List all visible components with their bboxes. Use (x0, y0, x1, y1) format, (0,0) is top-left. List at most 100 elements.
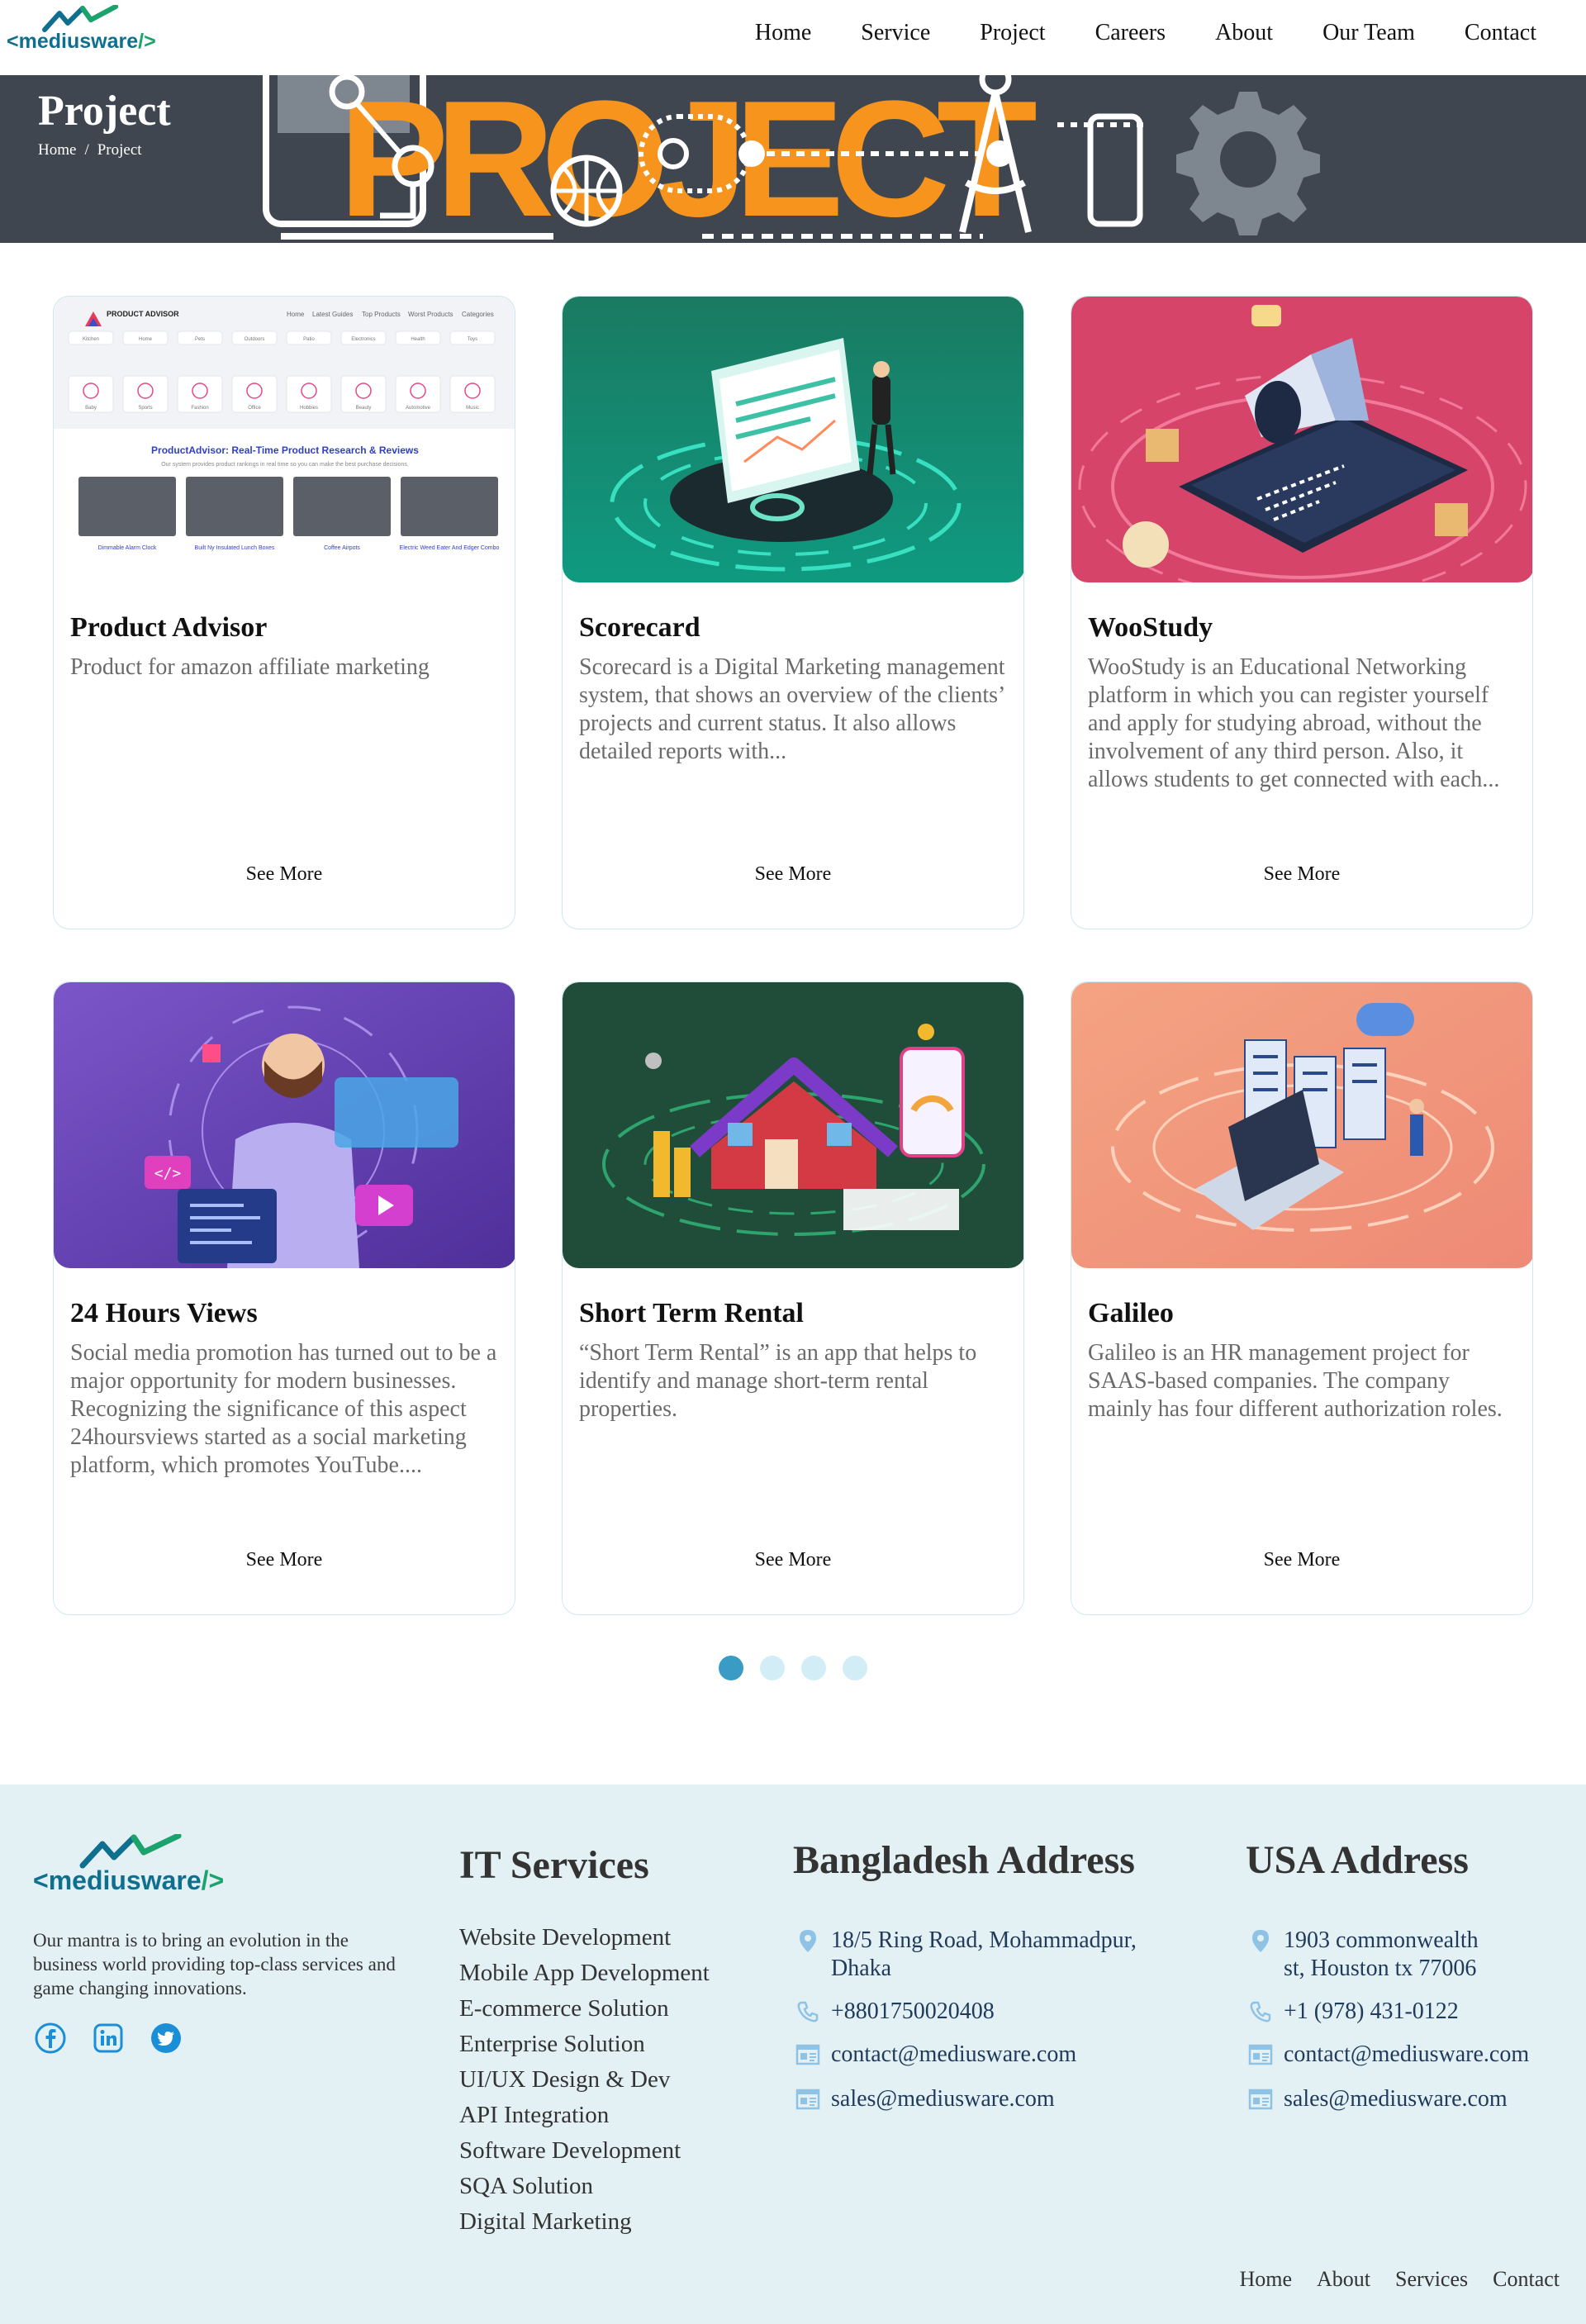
usa-email-contact[interactable]: contact@mediusware.com (1247, 2041, 1529, 2069)
service-link[interactable]: SQA Solution (459, 2169, 710, 2204)
see-more-button[interactable]: See More (563, 863, 1023, 886)
category-label: Beauty (356, 406, 372, 411)
footer-link-about[interactable]: About (1317, 2267, 1370, 2292)
card-title: WooStudy (1088, 612, 1213, 643)
project-card-woostudy[interactable]: WooStudy WooStudy is an Educational Netw… (1071, 296, 1533, 929)
card-description: WooStudy is an Educational Networking pl… (1088, 654, 1500, 792)
breadcrumb-current: Project (97, 141, 142, 159)
category-label: Home (139, 337, 153, 342)
usa-address-column: USA Address (1246, 1837, 1469, 1883)
svg-text:Our system provides product ra: Our system provides product rankings in … (161, 462, 409, 468)
logo-wave-icon (42, 5, 118, 32)
service-link[interactable]: Digital Marketing (459, 2204, 710, 2240)
brand-logo[interactable]: <mediusware/> (7, 5, 164, 58)
card-description: Galileo is an HR management project for … (1088, 1340, 1503, 1422)
bangladesh-heading: Bangladesh Address (793, 1838, 1135, 1882)
service-link[interactable]: UI/UX Design & Dev (459, 2062, 710, 2098)
bd-address: 18/5 Ring Road, Mohammadpur, Dhaka (795, 1927, 1183, 1983)
email-icon (795, 2089, 820, 2110)
product-name: Coffee Airpots (324, 545, 360, 551)
site-footer: <mediusware/> Our mantra is to bring an … (0, 1785, 1586, 2324)
category-label: Music (466, 406, 479, 411)
project-card-24-hours-views[interactable]: </> 24 Hours Views Social media promotio… (53, 981, 515, 1615)
product-name: Electric Weed Eater And Edger Combo (400, 545, 500, 551)
card-description: “Short Term Rental” is an app that helps… (579, 1340, 977, 1422)
services-column: IT Services (459, 1842, 649, 1888)
see-more-button[interactable]: See More (54, 863, 515, 886)
project-card-scorecard[interactable]: Scorecard Scorecard is a Digital Marketi… (562, 296, 1024, 929)
category-label: Baby (85, 406, 97, 411)
nav-project[interactable]: Project (980, 20, 1045, 46)
footer-link-services[interactable]: Services (1395, 2267, 1468, 2292)
svg-text:Home: Home (287, 311, 305, 318)
email-icon (1248, 2089, 1273, 2110)
see-more-button[interactable]: See More (563, 1549, 1023, 1571)
card-title: 24 Hours Views (70, 1298, 258, 1328)
service-link[interactable]: E-commerce Solution (459, 1991, 710, 2027)
card-title: Galileo (1088, 1298, 1174, 1328)
twitter-icon[interactable] (150, 2022, 182, 2054)
svg-text:Top Products: Top Products (362, 311, 401, 318)
category-label: Fashion (191, 406, 208, 411)
usa-phone[interactable]: +1 (978) 431-0122 (1247, 1998, 1459, 2026)
product-image (293, 477, 391, 536)
woostudy-thumbnail (1071, 297, 1532, 582)
category-label: Hobbies (300, 406, 318, 411)
nav-about[interactable]: About (1215, 20, 1273, 46)
phone-icon (1250, 2001, 1271, 2022)
24-hours-views-thumbnail: </> (54, 982, 515, 1268)
card-title: Short Term Rental (579, 1298, 804, 1328)
svg-text:PRODUCT ADVISOR: PRODUCT ADVISOR (107, 310, 179, 318)
nav-contact[interactable]: Contact (1465, 20, 1536, 46)
nav-our-team[interactable]: Our Team (1322, 20, 1415, 46)
location-pin-icon (1252, 1930, 1269, 1952)
card-description: Product for amazon affiliate marketing (70, 654, 430, 680)
nav-home[interactable]: Home (755, 20, 811, 46)
service-link[interactable]: Software Development (459, 2133, 710, 2169)
footer-link-contact[interactable]: Contact (1493, 2267, 1560, 2292)
see-more-button[interactable]: See More (54, 1549, 515, 1571)
service-link[interactable]: Mobile App Development (459, 1956, 710, 1991)
facebook-icon[interactable] (35, 2022, 66, 2054)
category-label: Kitchen (83, 337, 99, 342)
service-link[interactable]: Enterprise Solution (459, 2027, 710, 2062)
footer-link-home[interactable]: Home (1239, 2267, 1292, 2292)
pagination-dot-1[interactable] (719, 1656, 743, 1680)
usa-email-sales[interactable]: sales@mediusware.com (1247, 2085, 1508, 2113)
bd-email-contact[interactable]: contact@mediusware.com (795, 2041, 1076, 2069)
main-menu: Home Service Project Careers About Our T… (705, 0, 1536, 66)
service-link[interactable]: API Integration (459, 2098, 710, 2133)
breadcrumb-separator: / (84, 141, 89, 159)
linkedin-icon[interactable] (93, 2022, 124, 2054)
project-card-product-advisor[interactable]: PRODUCT ADVISOR Home Latest Guides Top P… (53, 296, 515, 929)
breadcrumb: Home / Project (38, 141, 142, 159)
top-nav: <mediusware/> Home Service Project Caree… (0, 0, 1586, 75)
email-icon (1248, 2044, 1273, 2065)
logo-wave-icon (79, 1834, 182, 1869)
company-mantra: Our mantra is to bring an evolution in t… (33, 1930, 396, 1998)
category-label: Patio (303, 337, 315, 342)
bd-email-sales[interactable]: sales@mediusware.com (795, 2085, 1055, 2113)
breadcrumb-home[interactable]: Home (38, 141, 76, 159)
nav-careers[interactable]: Careers (1095, 20, 1166, 46)
bd-phone[interactable]: +8801750020408 (795, 1998, 995, 2026)
see-more-button[interactable]: See More (1071, 1549, 1532, 1571)
email-icon (795, 2044, 820, 2065)
see-more-button[interactable]: See More (1071, 863, 1532, 886)
nav-service[interactable]: Service (861, 20, 930, 46)
category-label: Sports (138, 406, 152, 411)
project-card-short-term-rental[interactable]: Short Term Rental “Short Term Rental” is… (562, 981, 1024, 1615)
pagination-dot-4[interactable] (843, 1656, 867, 1680)
footer-links: Home About Services Contact (1239, 2267, 1560, 2292)
project-card-galileo[interactable]: Galileo Galileo is an HR management proj… (1071, 981, 1533, 1615)
phone-icon (797, 2001, 819, 2022)
service-link[interactable]: Website Development (459, 1920, 710, 1956)
footer-brand-logo[interactable]: <mediusware/> (33, 1834, 248, 1900)
brand-name: <mediusware/> (33, 1865, 225, 1895)
pagination-dot-2[interactable] (760, 1656, 785, 1680)
card-title: Product Advisor (70, 612, 268, 643)
galileo-thumbnail (1071, 982, 1532, 1268)
svg-text:Categories: Categories (462, 311, 494, 318)
pagination-dot-3[interactable] (801, 1656, 826, 1680)
page-hero: PROJECT Project Home / Project (0, 75, 1586, 243)
